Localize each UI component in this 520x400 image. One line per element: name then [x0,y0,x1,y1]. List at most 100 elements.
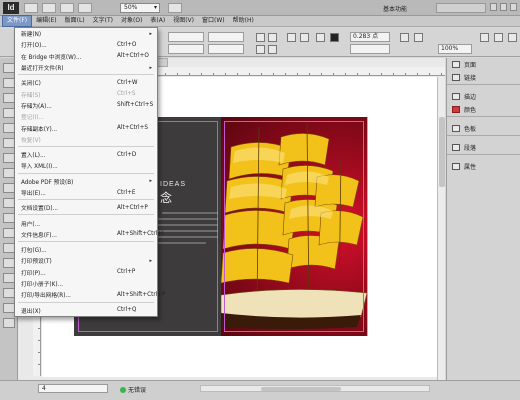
minibridge-icon[interactable] [42,3,56,13]
file-menu-item[interactable]: 导入 XML(I)... [15,160,157,171]
height-field[interactable] [208,44,244,54]
menu-6[interactable]: 视图(V) [169,16,198,26]
fill-stroke-icon[interactable] [2,318,15,328]
pencil-tool-icon[interactable] [2,168,15,178]
align-icon[interactable] [494,33,503,42]
stroke-type-select[interactable] [350,44,390,54]
selection-tool-icon[interactable] [2,63,15,73]
flip-h-icon[interactable] [256,45,265,54]
body-text-frame[interactable] [156,210,220,253]
file-menu-item[interactable]: 新建(N) ▸ [15,28,157,39]
horizontal-scrollbar[interactable] [200,385,430,392]
right-margin-guide [224,121,364,332]
zoom-level-select[interactable]: 50% ▾ [120,3,160,13]
pen-tool-icon[interactable] [2,153,15,163]
file-menu-item[interactable]: 打印(P)... Ctrl+P [15,267,157,278]
gap-tool-icon[interactable] [2,108,15,118]
x-field[interactable] [168,32,204,42]
rectangle-frame-tool-icon[interactable] [2,183,15,193]
file-menu-item[interactable]: 打包(G)... [15,244,157,255]
panel-item[interactable]: 页面 [447,58,520,71]
view-options-icon[interactable] [60,3,74,13]
line-tool-icon[interactable] [2,138,15,148]
scissors-tool-icon[interactable] [2,213,15,223]
ideas-chinese-heading[interactable]: 念 [160,189,172,206]
file-menu-item[interactable]: 存储副本(Y)... Alt+Ctrl+S [15,122,157,133]
page-tool-icon[interactable] [2,93,15,103]
direct-selection-tool-icon[interactable] [2,78,15,88]
file-menu-item[interactable]: 关闭(C) Ctrl+W [15,77,157,88]
file-menu-item[interactable]: 打印预设(T) ▸ [15,255,157,266]
file-menu-item[interactable]: 打印小册子(K)... [15,278,157,289]
file-menu-item[interactable]: 置入(L)... Ctrl+D [15,149,157,160]
close-icon[interactable] [510,3,517,11]
flip-v-icon[interactable] [268,45,277,54]
file-menu-item[interactable]: 退出(X) Ctrl+Q [15,305,157,316]
menu-5[interactable]: 表(A) [146,16,169,26]
opacity-field[interactable]: 100% [438,44,472,54]
shear-icon[interactable] [268,33,277,42]
file-menu-item[interactable]: 用户(... [15,217,157,228]
panel-item[interactable]: 描边 [447,90,520,103]
panel-icon [452,163,460,170]
file-menu-item[interactable]: 文档设置(D)... Alt+Ctrl+P [15,202,157,213]
maximize-icon[interactable] [500,3,507,11]
fill-icon[interactable] [316,33,325,42]
menu-8[interactable]: 帮助(H) [229,16,258,26]
file-menu-item[interactable]: 在 Bridge 中浏览(W)... Alt+Ctrl+O [15,51,157,62]
menu-7[interactable]: 窗口(W) [198,16,229,26]
bridge-icon[interactable] [24,3,38,13]
hand-tool-icon[interactable] [2,288,15,298]
text-wrap-icon[interactable] [480,33,489,42]
file-menu-item[interactable]: 文件信息(F)... Alt+Shift+Ctrl+I [15,229,164,240]
panel-item[interactable]: 属性 [447,160,520,173]
menu-item-label: 在 Bridge 中浏览(W)... [21,54,82,61]
stroke-weight-field[interactable]: 0.283 点 [350,32,390,42]
select-content-icon[interactable] [300,33,309,42]
gradient-tool-icon[interactable] [2,243,15,253]
scroll-thumb[interactable] [439,117,445,187]
file-menu-item[interactable]: 存储为(A)... Shift+Ctrl+S [15,100,157,111]
effects-icon[interactable] [400,33,409,42]
free-transform-tool-icon[interactable] [2,228,15,238]
y-field[interactable] [168,44,204,54]
panel-label: 属性 [464,164,477,171]
rectangle-tool-icon[interactable] [2,198,15,208]
file-menu-item[interactable]: 打印/导出网格(R)... Alt+Shift+Ctrl+P [15,289,165,300]
paragraph-icon[interactable] [287,33,296,42]
preflight-status[interactable]: 无错误 [120,385,146,394]
minimize-icon[interactable] [490,3,497,11]
type-tool-icon[interactable] [2,123,15,133]
scroll-thumb[interactable] [261,387,341,391]
eyedropper-tool-icon[interactable] [2,273,15,283]
panel-item[interactable]: 链接 [447,71,520,84]
panel-icon [452,144,460,151]
vertical-scrollbar[interactable] [437,77,445,380]
panel-item[interactable]: 色板 [447,122,520,135]
width-field[interactable] [208,32,244,42]
note-tool-icon[interactable] [2,258,15,268]
panel-icon [452,93,460,100]
menu-0[interactable]: 文件(F) [2,15,33,27]
search-input[interactable] [436,3,486,13]
screen-mode-icon[interactable] [78,3,92,13]
workspace-switcher[interactable]: 基本功能 [383,4,407,13]
stroke-swatch-icon[interactable] [330,33,339,42]
zoom-tool-icon[interactable] [2,303,15,313]
menu-3[interactable]: 文字(T) [89,16,117,26]
page-number-field[interactable]: 4 [38,384,108,393]
drop-shadow-icon[interactable] [414,33,423,42]
file-menu-item[interactable]: 打开(O)... Ctrl+O [15,39,157,50]
panel-item[interactable]: 段落 [447,141,520,154]
menu-2[interactable]: 版面(L) [61,16,89,26]
menu-1[interactable]: 编辑(E) [32,16,60,26]
panel-item[interactable]: 颜色 [447,103,520,116]
file-menu-item[interactable]: 最近打开文件(R) ▸ [15,62,157,73]
rotate-icon[interactable] [256,33,265,42]
file-menu-item[interactable]: Adobe PDF 预设(B) ▸ [15,176,157,187]
menu-4[interactable]: 对象(O) [117,16,146,26]
arrange-documents-icon[interactable] [168,3,182,13]
file-menu-item[interactable]: 导出(E)... Ctrl+E [15,187,157,198]
ideas-heading[interactable]: IDEAS [160,181,186,188]
panel-menu-icon[interactable] [508,33,517,42]
